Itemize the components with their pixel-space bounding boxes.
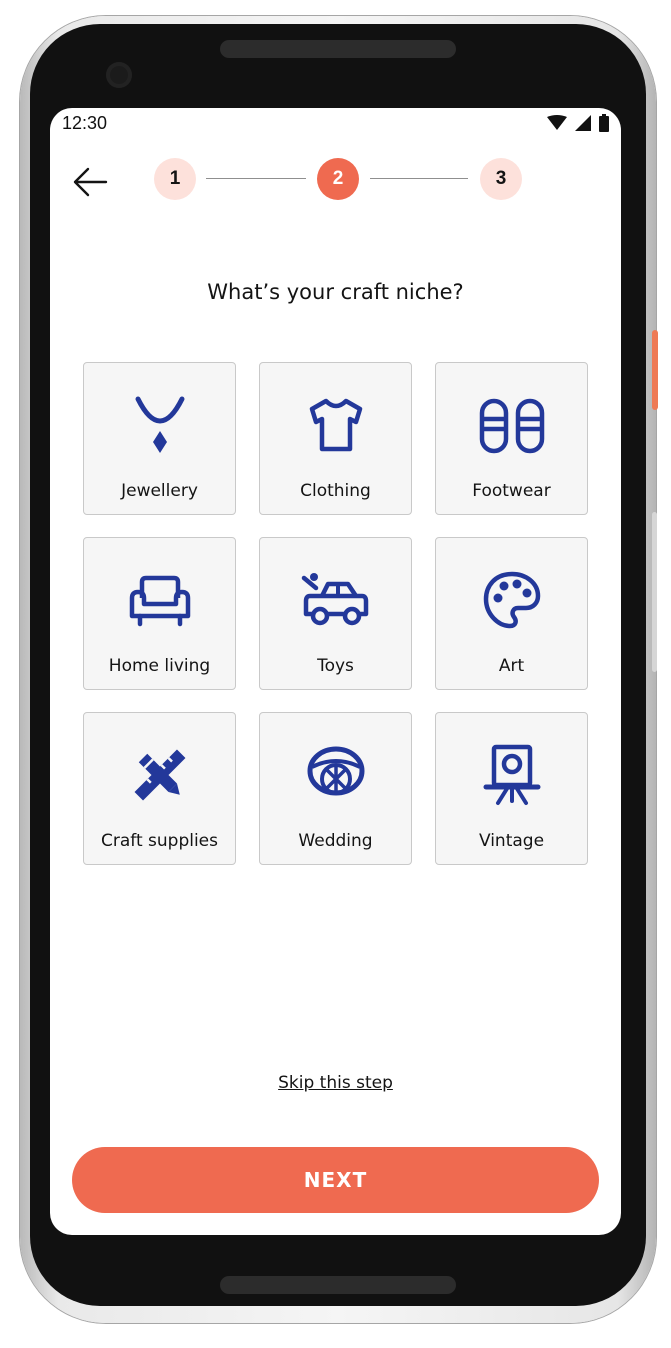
app-screen: 12:30 1 2 3 What’s your craft niche? Jew — [50, 108, 621, 1235]
step-2-indicator: 2 — [317, 158, 359, 200]
category-label: Wedding — [298, 831, 373, 851]
category-wedding[interactable]: Wedding — [259, 712, 412, 865]
category-craft-supplies[interactable]: Craft supplies — [83, 712, 236, 865]
tshirt-icon — [309, 398, 362, 452]
step-1-indicator: 1 — [154, 158, 196, 200]
category-label: Jewellery — [121, 481, 198, 501]
necklace-icon — [135, 396, 184, 453]
status-bar: 12:30 — [50, 108, 621, 140]
power-button — [652, 330, 658, 410]
toy-car-icon — [301, 573, 368, 626]
category-label: Vintage — [478, 831, 545, 851]
next-button[interactable]: NEXT — [72, 1147, 599, 1213]
category-art[interactable]: Art — [435, 537, 588, 690]
category-grid: Jewellery Clothing Footwear Home living … — [83, 362, 588, 865]
speaker-grille-top — [220, 40, 456, 58]
category-label: Clothing — [300, 481, 371, 501]
wifi-icon — [547, 115, 567, 130]
category-home-living[interactable]: Home living — [83, 537, 236, 690]
pencil-ruler-icon — [134, 749, 185, 801]
category-label: Toys — [317, 656, 354, 676]
step-3-indicator: 3 — [480, 158, 522, 200]
status-icons — [547, 114, 609, 132]
speaker-grille-bottom — [220, 1276, 456, 1294]
palette-icon — [483, 571, 540, 629]
stepper-connector-1 — [206, 178, 306, 179]
category-vintage[interactable]: Vintage — [435, 712, 588, 865]
arrow-left-icon — [73, 167, 108, 197]
progress-stepper: 1 2 3 — [154, 158, 522, 200]
category-jewellery[interactable]: Jewellery — [83, 362, 236, 515]
front-camera — [106, 62, 132, 88]
category-footwear[interactable]: Footwear — [435, 362, 588, 515]
armchair-icon — [129, 575, 190, 627]
status-time: 12:30 — [62, 113, 108, 133]
signal-icon — [575, 115, 591, 131]
category-label: Footwear — [472, 481, 551, 501]
category-label: Home living — [108, 656, 211, 676]
skip-step-link[interactable]: Skip this step — [278, 1073, 393, 1093]
back-button[interactable] — [68, 164, 112, 200]
category-toys[interactable]: Toys — [259, 537, 412, 690]
sandals-icon — [479, 398, 544, 454]
category-label: Art — [498, 656, 525, 676]
volume-button — [652, 512, 657, 672]
ring-icon — [307, 746, 364, 796]
category-clothing[interactable]: Clothing — [259, 362, 412, 515]
battery-icon — [599, 114, 609, 132]
category-label: Craft supplies — [100, 831, 218, 851]
stepper-connector-2 — [370, 178, 468, 179]
vintage-camera-icon — [483, 744, 540, 805]
page-title: What’s your craft niche? — [207, 280, 464, 304]
skip-step-row: Skip this step — [50, 1073, 621, 1093]
